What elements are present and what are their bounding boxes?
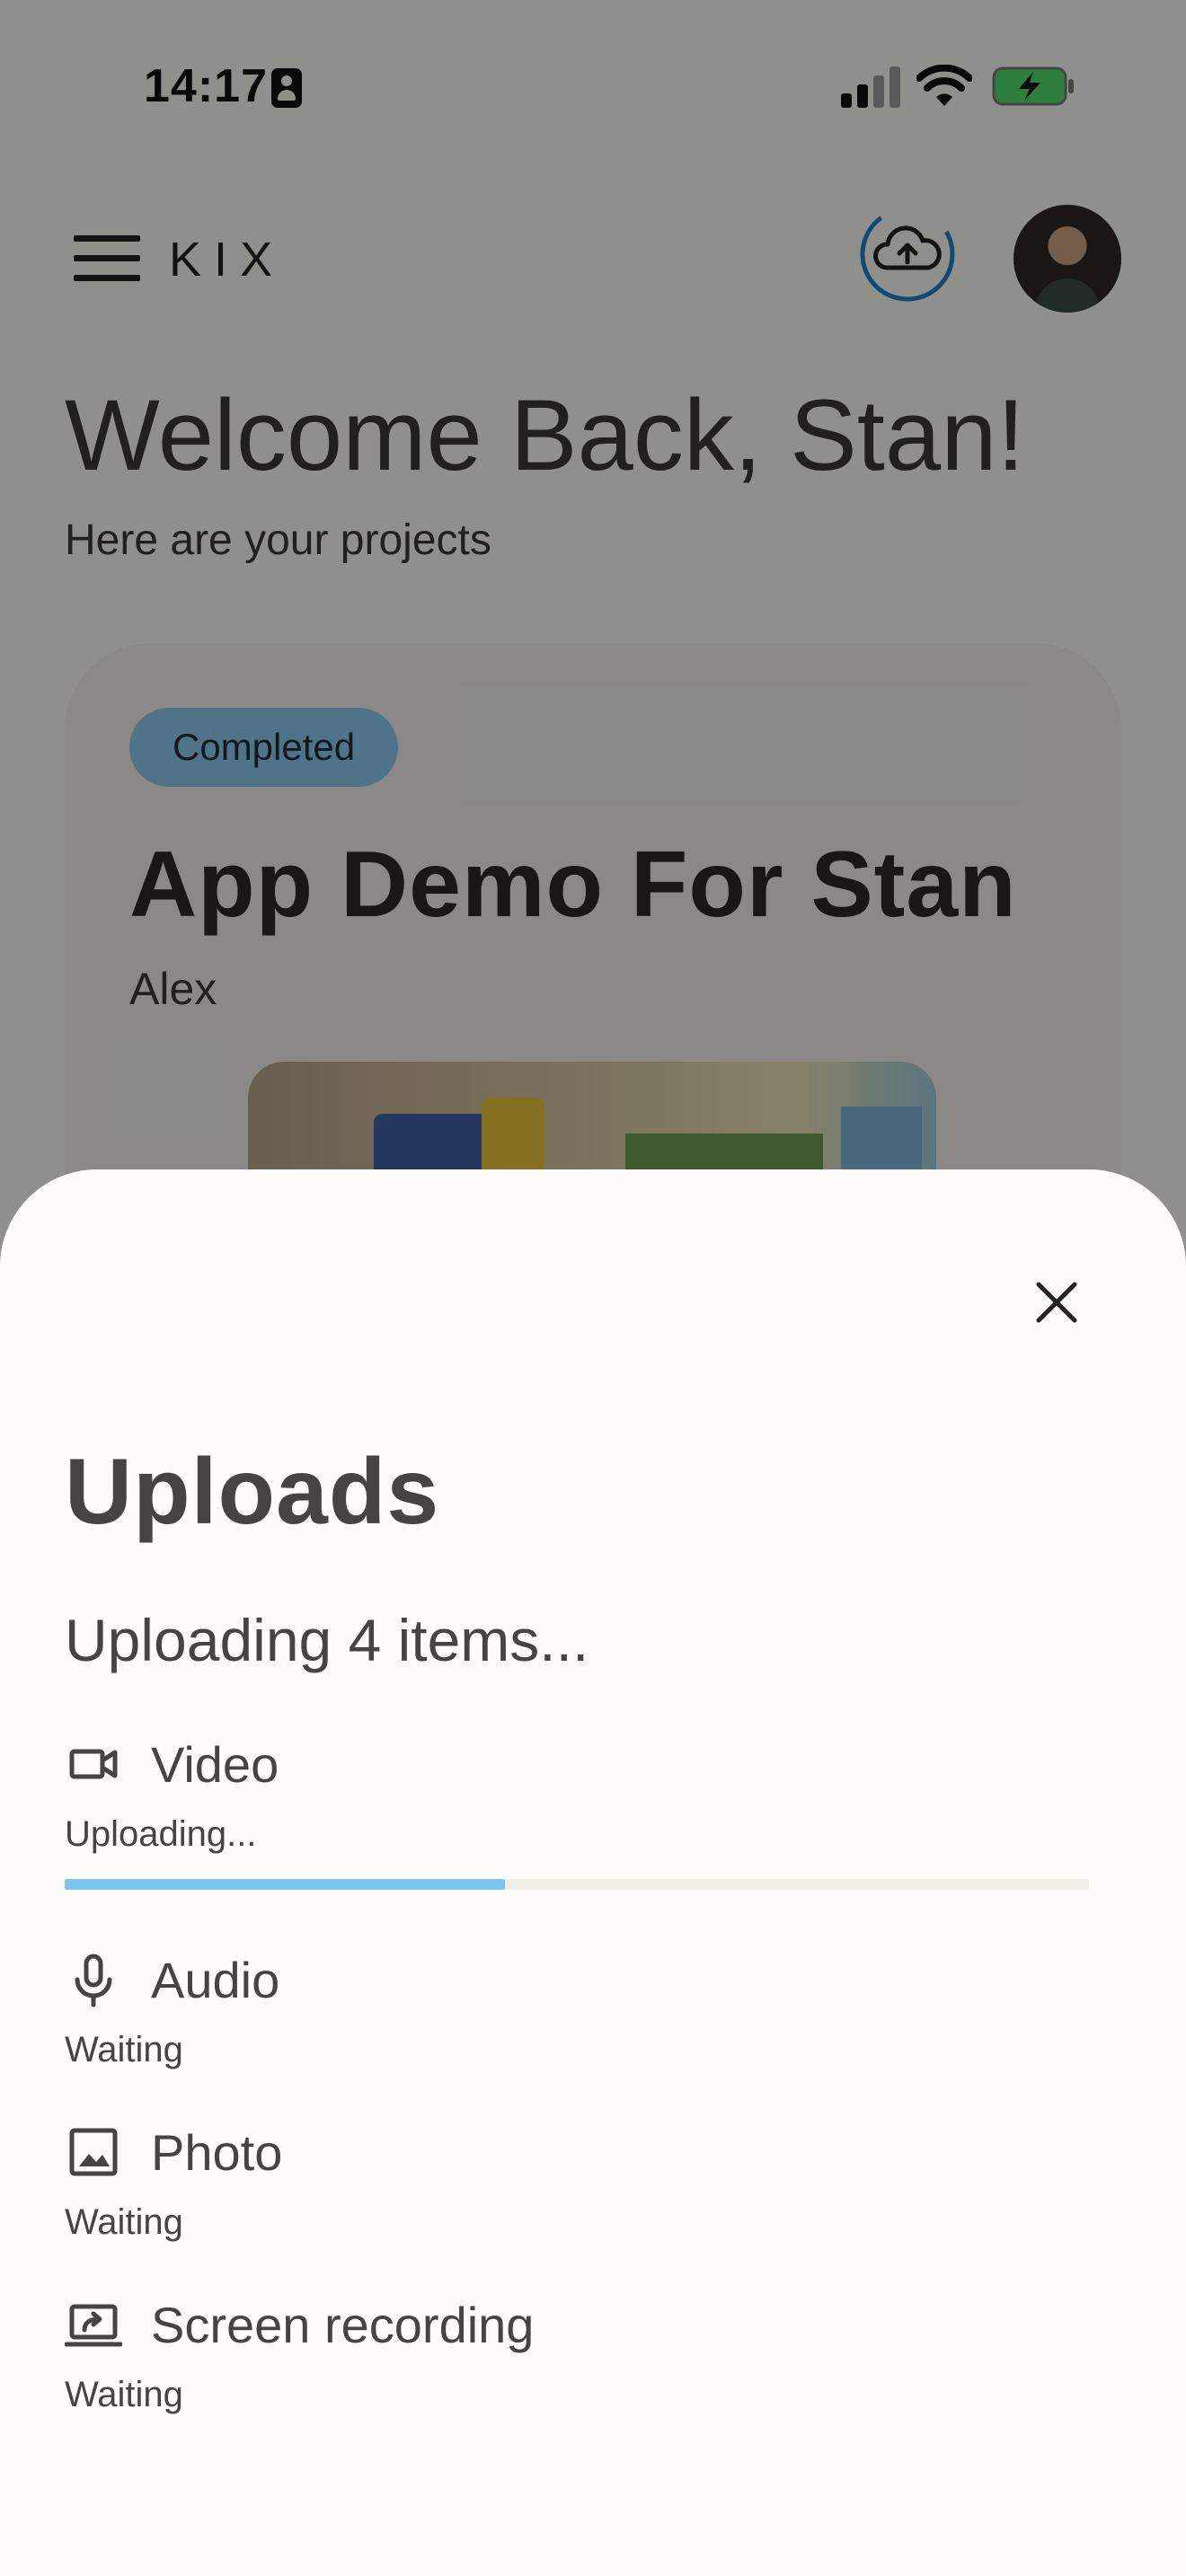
upload-progress-fill	[65, 1879, 506, 1890]
upload-item-status: Uploading...	[65, 1814, 257, 1854]
upload-progress-bar	[65, 1879, 1089, 1890]
upload-item-label: Photo	[151, 2124, 283, 2181]
image-icon	[69, 2128, 118, 2176]
home-screen: 14:17 KIX Welcome Back, Stan! Here are y…	[0, 0, 1186, 2576]
upload-item-status: Waiting	[65, 2202, 183, 2242]
upload-item-label: Screen recording	[151, 2297, 535, 2353]
video-camera-icon	[69, 1749, 118, 1779]
upload-summary: Uploading 4 items...	[65, 1607, 589, 1673]
upload-item-status: Waiting	[65, 2375, 183, 2414]
close-icon[interactable]	[1024, 1270, 1089, 1335]
uploads-sheet: Uploads Uploading 4 items... Video Uploa…	[0, 1169, 1186, 2576]
upload-item-label: Video	[151, 1736, 279, 1793]
upload-item-status: Waiting	[65, 2030, 183, 2069]
microphone-icon	[75, 1954, 112, 2007]
upload-item-label: Audio	[151, 1952, 280, 2008]
screen-share-icon	[65, 2304, 122, 2347]
sheet-title: Uploads	[65, 1440, 440, 1544]
